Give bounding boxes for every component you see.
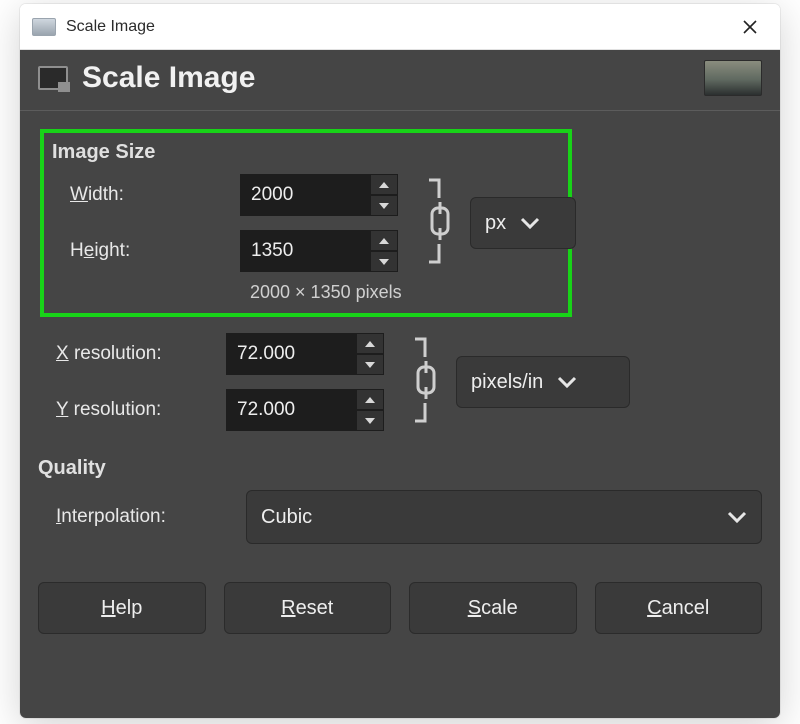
height-input[interactable] [240,230,410,272]
xres-step-up[interactable] [356,333,384,354]
y-resolution-field[interactable] [226,389,356,431]
width-field[interactable] [240,174,370,216]
pixel-dimensions-readout: 2000 × 1350 pixels [250,282,640,303]
chevron-down-icon [727,510,747,524]
link-dimensions-toggle[interactable] [423,178,457,269]
interpolation-label: Interpolation: [56,506,232,528]
x-resolution-label: X resolution: [56,343,216,365]
resolution-unit-select[interactable]: pixels/in [456,356,630,408]
yres-step-down[interactable] [356,410,384,431]
chevron-down-icon [520,216,540,230]
yres-step-up[interactable] [356,389,384,410]
scale-button[interactable]: Scale [409,582,577,634]
app-icon [32,18,56,36]
image-size-highlight: Image Size Width: [40,129,572,317]
image-size-heading: Image Size [52,141,560,164]
size-unit-value: px [485,212,506,235]
y-resolution-input[interactable] [226,389,396,431]
close-button[interactable] [722,4,778,50]
window-title: Scale Image [66,18,155,36]
reset-button[interactable]: Reset [224,582,392,634]
width-step-down[interactable] [370,195,398,216]
chain-link-icon [423,178,457,264]
x-resolution-field[interactable] [226,333,356,375]
chevron-down-icon [557,375,577,389]
height-step-down[interactable] [370,251,398,272]
size-unit-select[interactable]: px [470,197,576,249]
link-resolution-toggle[interactable] [409,337,443,428]
x-resolution-input[interactable] [226,333,396,375]
height-step-up[interactable] [370,230,398,251]
interpolation-value: Cubic [261,506,312,529]
dialog-body: Scale Image Image Size Width: [20,50,780,718]
interpolation-select[interactable]: Cubic [246,490,762,544]
resolution-unit-value: pixels/in [471,371,543,394]
width-label: Width: [70,184,230,206]
titlebar: Scale Image [20,4,780,50]
scale-image-icon [38,66,68,90]
quality-heading: Quality [38,457,762,480]
close-icon [742,19,758,35]
dialog-button-bar: Help Reset Scale Cancel [20,560,780,654]
chain-link-icon [409,337,443,423]
image-thumbnail [704,60,762,96]
y-resolution-label: Y resolution: [56,399,216,421]
width-step-up[interactable] [370,174,398,195]
help-button[interactable]: Help [38,582,206,634]
xres-step-down[interactable] [356,354,384,375]
width-input[interactable] [240,174,410,216]
height-field[interactable] [240,230,370,272]
dialog-header: Scale Image [20,50,780,111]
scale-image-dialog: Scale Image Scale Image Image Size Width… [20,4,780,718]
cancel-button[interactable]: Cancel [595,582,763,634]
dialog-title: Scale Image [82,61,255,95]
height-label: Height: [70,240,230,262]
